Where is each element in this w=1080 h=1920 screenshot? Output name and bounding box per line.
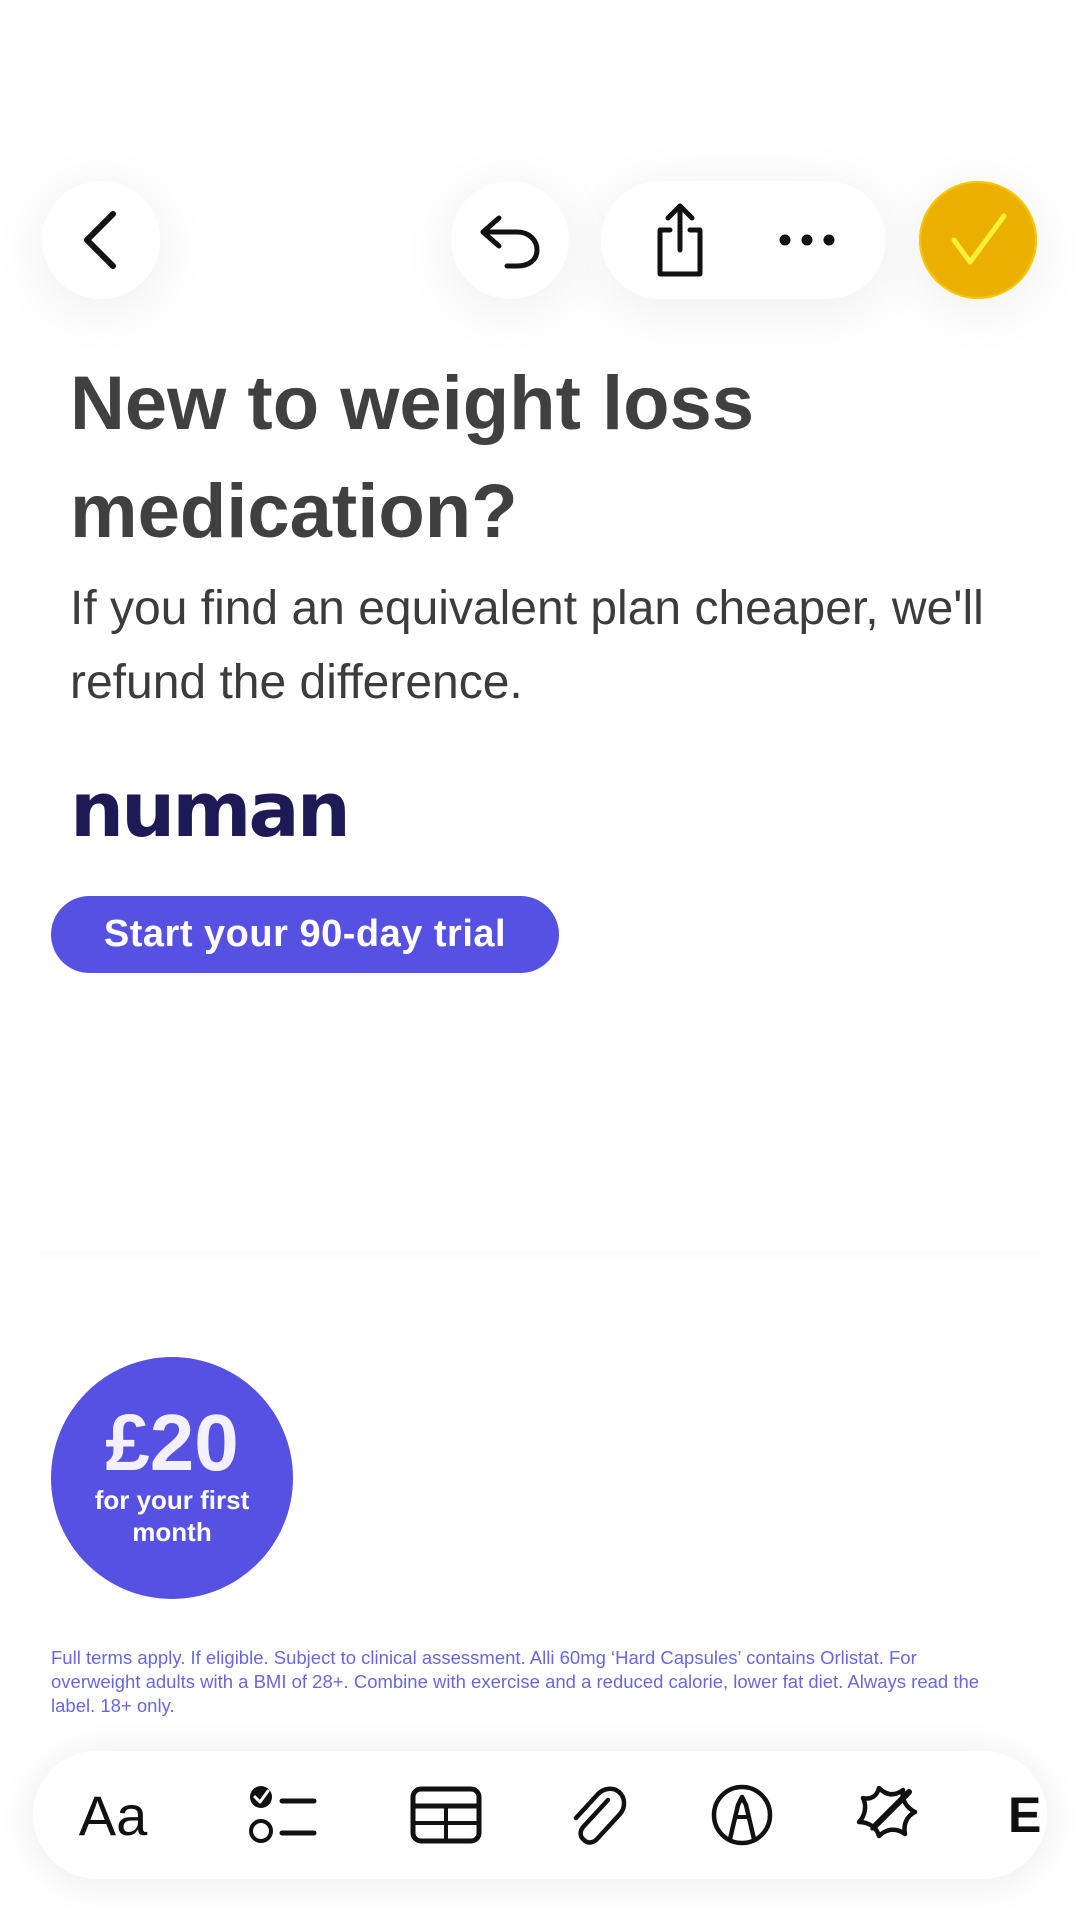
paperclip-icon	[568, 1782, 628, 1848]
share-icon[interactable]	[648, 200, 712, 280]
divider	[40, 1250, 1040, 1264]
markup-button[interactable]	[692, 1751, 792, 1879]
pen-circle-icon	[710, 1783, 774, 1847]
more-format-button[interactable]: E	[1008, 1751, 1047, 1879]
note-screen: New to weight loss medication? If you fi…	[0, 0, 1080, 1920]
format-toolbar: Aa E	[33, 1751, 1047, 1879]
done-button[interactable]	[919, 181, 1037, 299]
share-more-group	[601, 181, 886, 299]
ai-tools-button[interactable]	[836, 1751, 936, 1879]
back-button[interactable]	[42, 181, 160, 299]
checklist-icon	[248, 1783, 318, 1847]
text-format-label: Aa	[78, 1783, 148, 1847]
disclaimer-text: Full terms apply. If eligible. Subject t…	[51, 1647, 980, 1716]
undo-button[interactable]	[451, 181, 569, 299]
sparkle-pencil-icon	[851, 1782, 921, 1848]
note-title[interactable]: New to weight loss medication?	[70, 350, 970, 566]
ellipsis-icon[interactable]	[775, 230, 839, 250]
checkmark-icon	[946, 210, 1010, 270]
table-button[interactable]	[396, 1751, 496, 1879]
chevron-left-icon	[79, 208, 123, 272]
undo-arrow-icon	[477, 210, 543, 270]
note-subtitle[interactable]: If you find an equivalent plan cheaper, …	[70, 572, 1010, 720]
brand-logo: numan	[70, 765, 351, 854]
checklist-button[interactable]	[233, 1751, 333, 1879]
price-badge: £20 for your first month	[51, 1357, 293, 1599]
price-amount: £20	[105, 1398, 239, 1487]
table-icon	[410, 1786, 482, 1844]
text-format-button[interactable]: Aa	[63, 1751, 163, 1879]
start-trial-button[interactable]: Start your 90-day trial	[51, 896, 559, 973]
price-caption: for your first month	[94, 1485, 250, 1547]
attachment-button[interactable]	[548, 1751, 648, 1879]
more-format-label: E	[1008, 1787, 1042, 1843]
